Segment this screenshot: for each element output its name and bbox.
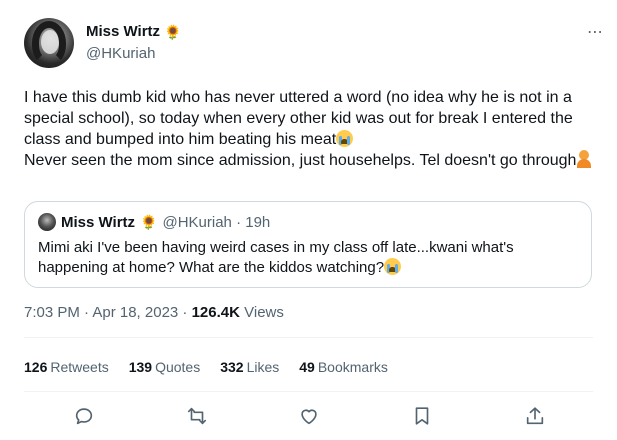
views-label: Views — [239, 304, 284, 321]
bookmarks-label: Bookmarks — [317, 359, 388, 375]
tweet-line-1: I have this dumb kid who has never utter… — [24, 87, 594, 150]
bookmark-icon[interactable] — [411, 405, 435, 429]
bookmarks-count: 49 — [299, 359, 315, 375]
person-shrugging-emoji — [576, 150, 592, 168]
reply-icon[interactable] — [73, 405, 97, 429]
like-icon[interactable] — [298, 405, 322, 429]
loudly-crying-face-emoji — [336, 130, 354, 147]
likes-label: Likes — [246, 359, 280, 375]
divider-bottom — [24, 391, 593, 392]
quotes-label: Quotes — [155, 359, 201, 375]
timestamp-link[interactable]: 7:03 PM · Apr 18, 2023 · — [24, 304, 192, 321]
retweets-count: 126 — [24, 359, 48, 375]
quoted-sunflower-emoji: 🌻 — [140, 214, 158, 230]
quoted-author-avatar — [38, 213, 56, 231]
retweets-label: Retweets — [50, 359, 109, 375]
tweet-line-1-text: I have this dumb kid who has never utter… — [24, 89, 573, 148]
quoted-crying-face-emoji — [384, 258, 402, 275]
stat-likes[interactable]: 332 Likes — [220, 359, 279, 375]
tweet-header: Miss Wirtz 🌻 @HKuriah ⋯ — [24, 18, 604, 74]
engagement-stats: 126 Retweets 139 Quotes 332 Likes 49 Bookmar… — [24, 359, 408, 375]
divider-top — [24, 337, 593, 338]
quoted-tweet-header: Miss Wirtz 🌻 @HKuriah · 19h — [38, 213, 270, 231]
author-name-row[interactable]: Miss Wirtz 🌻 — [86, 23, 181, 40]
tweet-timestamp: 7:03 PM · Apr 18, 2023 · 126.4K Views — [24, 304, 284, 321]
tweet-text: I have this dumb kid who has never utter… — [24, 87, 594, 171]
quoted-author-name: Miss Wirtz — [61, 213, 136, 231]
stat-retweets[interactable]: 126 Retweets — [24, 359, 109, 375]
quoted-tweet[interactable]: Miss Wirtz 🌻 @HKuriah · 19h Mimi aki I'v… — [24, 201, 592, 288]
quoted-text-body: Mimi aki I've been having weird cases in… — [38, 239, 514, 276]
stat-bookmarks[interactable]: 49 Bookmarks — [299, 359, 388, 375]
action-bar — [0, 403, 617, 433]
quoted-handle-time: @HKuriah · 19h — [162, 213, 271, 231]
views-count: 126.4K — [191, 304, 240, 321]
retweet-icon[interactable] — [186, 405, 210, 429]
quotes-count: 139 — [128, 359, 153, 375]
more-options-icon[interactable]: ⋯ — [587, 22, 604, 42]
sunflower-emoji: 🌻 — [164, 23, 182, 40]
author-display-name[interactable]: Miss Wirtz — [86, 23, 160, 40]
author-avatar[interactable] — [24, 18, 74, 68]
share-icon[interactable] — [524, 405, 548, 429]
tweet-line-2: Never seen the mom since admission, just… — [24, 150, 594, 171]
author-handle[interactable]: @HKuriah — [86, 45, 155, 62]
quoted-tweet-text: Mimi aki I've been having weird cases in… — [38, 238, 583, 278]
likes-count: 332 — [220, 359, 244, 375]
stat-quotes[interactable]: 139 Quotes — [129, 359, 201, 375]
tweet-line-2-text: Never seen the mom since admission, just… — [24, 152, 577, 169]
